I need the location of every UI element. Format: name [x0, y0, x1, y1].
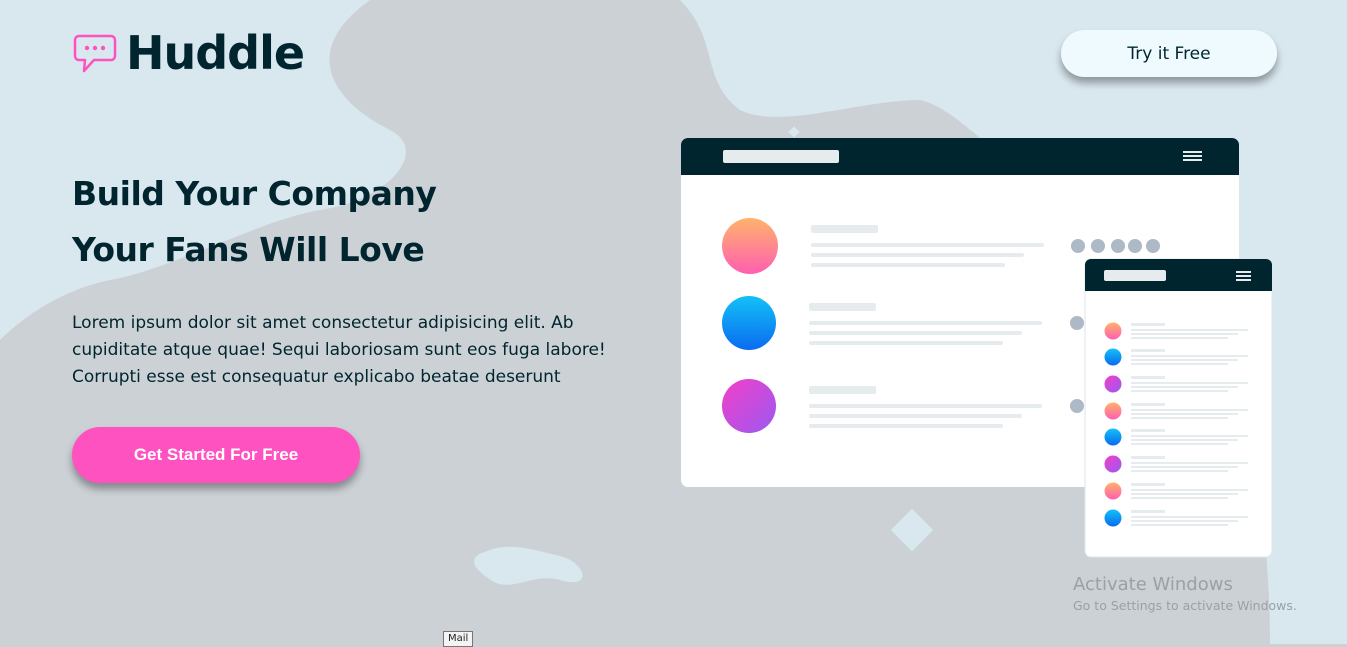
- watermark-title: Activate Windows: [1073, 574, 1233, 595]
- try-it-free-button[interactable]: Try it Free: [1061, 30, 1277, 77]
- mobile-window-mockup: [1084, 258, 1273, 558]
- headline-line-1: Build Your Company: [72, 174, 437, 213]
- logo[interactable]: Huddle: [72, 26, 305, 80]
- mail-tooltip: Mail: [443, 631, 474, 647]
- activate-windows-watermark: Activate Windows Go to Settings to activ…: [1073, 574, 1297, 615]
- mobile-hamburger-icon: [1236, 271, 1251, 281]
- hero-headline: Build Your Company Your Fans Will Love: [72, 166, 437, 278]
- headline-line-2: Your Fans Will Love: [72, 230, 425, 269]
- watermark-subtitle: Go to Settings to activate Windows.: [1073, 598, 1297, 613]
- hamburger-icon: [1183, 151, 1202, 161]
- hero-description: Lorem ipsum dolor sit amet consectetur a…: [72, 313, 606, 387]
- chat-bubble-icon: [73, 34, 117, 73]
- app-mockup-illustration: [681, 138, 1273, 558]
- logo-text: Huddle: [126, 26, 305, 80]
- get-started-button[interactable]: Get Started For Free: [72, 427, 360, 483]
